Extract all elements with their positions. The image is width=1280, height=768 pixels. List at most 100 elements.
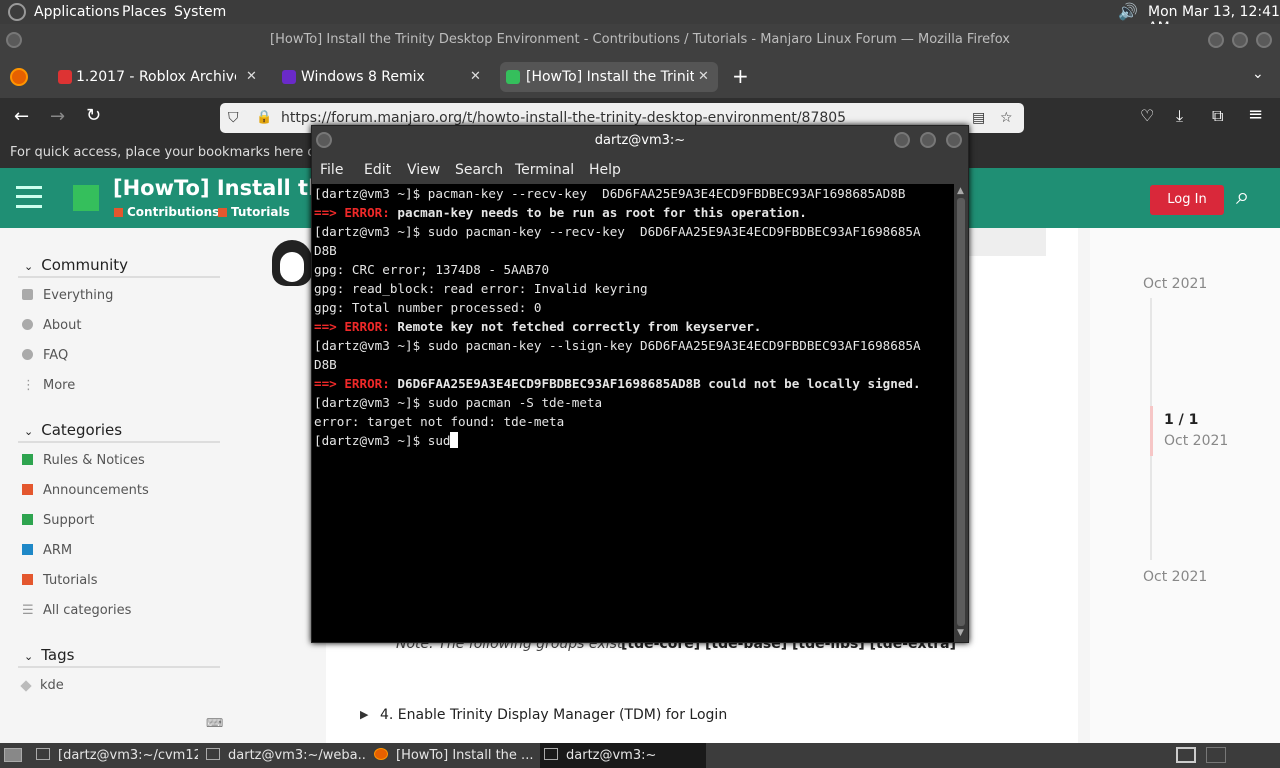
sidebar-item-everything[interactable]: Everything <box>22 288 113 303</box>
tab-close-icon[interactable]: ✕ <box>470 62 481 92</box>
search-icon[interactable]: ⌕ <box>1236 182 1249 210</box>
sidebar-item-about[interactable]: About <box>22 318 81 333</box>
categories-section-header[interactable]: ⌄ Categories <box>18 421 220 443</box>
terminal-error-line: ==> ERROR: Remote key not fetched correc… <box>314 319 762 334</box>
hamburger-menu-icon[interactable]: ≡ <box>1248 104 1263 125</box>
bottom-taskbar: [dartz@vm3:~/cvm12] dartz@vm3:~/weba... … <box>0 743 1280 768</box>
scrollbar-thumb[interactable] <box>957 198 965 626</box>
terminal-titlebar[interactable]: dartz@vm3:~ <box>312 126 968 156</box>
menu-system[interactable]: System <box>174 4 226 20</box>
show-desktop-icon[interactable] <box>4 748 22 762</box>
menu-view[interactable]: View <box>407 162 440 178</box>
step4-summary[interactable]: 4. Enable Trinity Display Manager (TDM) … <box>380 707 727 723</box>
extensions-icon[interactable]: ⧉ <box>1212 106 1223 126</box>
sidebar-item-arm[interactable]: ARM <box>22 543 72 558</box>
terminal-scrollbar[interactable]: ▲ ▼ <box>954 184 968 642</box>
reload-icon[interactable]: ↻ <box>86 105 101 126</box>
taskbar-item-weba[interactable]: dartz@vm3:~/weba... <box>206 743 366 768</box>
terminal-menubar: File Edit View Search Terminal Help <box>312 156 968 184</box>
workspace-switcher-icon[interactable] <box>1176 747 1196 763</box>
terminal-line: gpg: Total number processed: 0 <box>314 300 542 315</box>
terminal-line: [dartz@vm3 ~]$ sudo pacman-key --lsign-k… <box>314 338 921 353</box>
apps-menu-icon[interactable] <box>8 3 26 21</box>
menu-places[interactable]: Places <box>122 4 167 20</box>
forward-icon[interactable]: → <box>50 106 65 127</box>
tab-roblox-archive[interactable]: 1.2017 - Roblox Archive > Cl ✕ <box>52 62 264 92</box>
maximize-icon[interactable] <box>920 132 936 148</box>
downloads-icon[interactable]: ⤓ <box>1176 106 1183 126</box>
tab-close-icon[interactable]: ✕ <box>698 62 709 92</box>
window-menu-icon[interactable] <box>6 32 22 48</box>
bookmark-star-icon[interactable]: ☆ <box>1000 103 1013 133</box>
sidebar-item-rules-notices[interactable]: Rules & Notices <box>22 453 145 468</box>
community-section-header[interactable]: ⌄ Community <box>18 256 220 278</box>
menu-applications[interactable]: Applications <box>34 4 120 20</box>
timeline-counter: 1 / 1 <box>1164 412 1199 428</box>
taskbar-item-terminal-active[interactable]: dartz@vm3:~ <box>540 743 706 768</box>
taskbar-item-cvm12[interactable]: [dartz@vm3:~/cvm12] <box>36 743 198 768</box>
sidebar-item-tutorials[interactable]: Tutorials <box>22 573 98 588</box>
tab-favicon-icon <box>282 70 296 84</box>
breadcrumb-tutorials[interactable]: Tutorials <box>218 205 290 219</box>
terminal-output[interactable]: [dartz@vm3 ~]$ pacman-key --recv-key D6D… <box>312 184 954 642</box>
penguin-avatar[interactable] <box>272 240 312 286</box>
breadcrumb-contributions[interactable]: Contributions <box>114 205 219 219</box>
terminal-line: gpg: CRC error; 1374D8 - 5AAB70 <box>314 262 550 277</box>
topic-timeline: Oct 2021 1 / 1 Oct 2021 Oct 2021 <box>1090 228 1280 743</box>
firefox-icon <box>374 748 388 760</box>
menu-terminal[interactable]: Terminal <box>515 162 574 178</box>
terminal-line: [dartz@vm3 ~]$ sudo pacman-key --recv-ke… <box>314 224 921 239</box>
tab-howto-trinity[interactable]: [HowTo] Install the Trinity D ✕ <box>500 62 718 92</box>
terminal-line: gpg: read_block: read error: Invalid key… <box>314 281 648 296</box>
workspace-switcher-icon[interactable] <box>1206 747 1226 763</box>
new-tab-button[interactable]: + <box>732 64 749 88</box>
scroll-down-icon[interactable]: ▼ <box>957 628 964 638</box>
timeline-end-date[interactable]: Oct 2021 <box>1143 569 1207 585</box>
sidebar-item-all-categories[interactable]: ☰ All categories <box>22 603 131 618</box>
reader-view-icon[interactable]: ▤ <box>972 103 985 133</box>
top-panel: Applications Places System 🔊 Mon Mar 13,… <box>0 0 1280 36</box>
sidebar-item-announcements[interactable]: Announcements <box>22 483 149 498</box>
hamburger-icon[interactable] <box>16 186 42 208</box>
minimize-icon[interactable] <box>1208 32 1224 48</box>
keyboard-shortcuts-icon[interactable]: ⌨ <box>206 716 223 730</box>
firefox-menu-icon[interactable] <box>10 68 28 86</box>
tab-favicon-icon <box>58 70 72 84</box>
shield-icon[interactable]: ⛉ <box>228 103 239 133</box>
close-icon[interactable] <box>1256 32 1272 48</box>
sidebar-item-faq[interactable]: FAQ <box>22 348 68 363</box>
lock-icon[interactable]: 🔒 <box>256 103 272 133</box>
menu-edit[interactable]: Edit <box>364 162 391 178</box>
taskbar-item-firefox[interactable]: [HowTo] Install the ... <box>374 743 536 768</box>
terminal-error-line: ==> ERROR: D6D6FAA25E9A3E4ECD9FBDBEC93AF… <box>314 376 921 391</box>
volume-icon[interactable]: 🔊 <box>1118 2 1138 21</box>
tags-section-header[interactable]: ⌄ Tags <box>18 646 220 668</box>
maximize-icon[interactable] <box>1232 32 1248 48</box>
disclosure-triangle-icon[interactable]: ▶ <box>360 708 368 721</box>
tab-bar: 1.2017 - Roblox Archive > Cl ✕ Windows 8… <box>0 56 1280 98</box>
menu-file[interactable]: File <box>320 162 343 178</box>
sidebar-item-more[interactable]: ⋮ More <box>22 378 75 393</box>
sidebar-tag-kde[interactable]: kde <box>20 678 64 693</box>
back-icon[interactable]: ← <box>14 106 29 127</box>
terminal-icon <box>36 748 50 760</box>
timeline-handle[interactable] <box>1150 406 1153 456</box>
sidebar-item-support[interactable]: Support <box>22 513 94 528</box>
list-tabs-icon[interactable]: ⌄ <box>1252 66 1264 82</box>
close-icon[interactable] <box>946 132 962 148</box>
tab-close-icon[interactable]: ✕ <box>246 62 257 92</box>
timeline-start-date[interactable]: Oct 2021 <box>1143 276 1207 292</box>
scroll-up-icon[interactable]: ▲ <box>957 186 964 196</box>
minimize-icon[interactable] <box>894 132 910 148</box>
manjaro-logo[interactable] <box>70 182 102 214</box>
terminal-prompt-line[interactable]: [dartz@vm3 ~]$ sud <box>314 431 954 450</box>
login-button[interactable]: Log In <box>1150 185 1224 215</box>
tab-windows8-remix[interactable]: Windows 8 Remix ✕ <box>278 62 492 92</box>
timeline-current-date: Oct 2021 <box>1164 433 1229 449</box>
pocket-icon[interactable]: ♡ <box>1140 106 1154 125</box>
topic-title[interactable]: [HowTo] Install the <box>113 176 337 200</box>
window-menu-icon[interactable] <box>316 132 332 148</box>
menu-help[interactable]: Help <box>589 162 621 178</box>
menu-search[interactable]: Search <box>455 162 503 178</box>
terminal-line: [dartz@vm3 ~]$ pacman-key --recv-key D6D… <box>314 186 906 201</box>
